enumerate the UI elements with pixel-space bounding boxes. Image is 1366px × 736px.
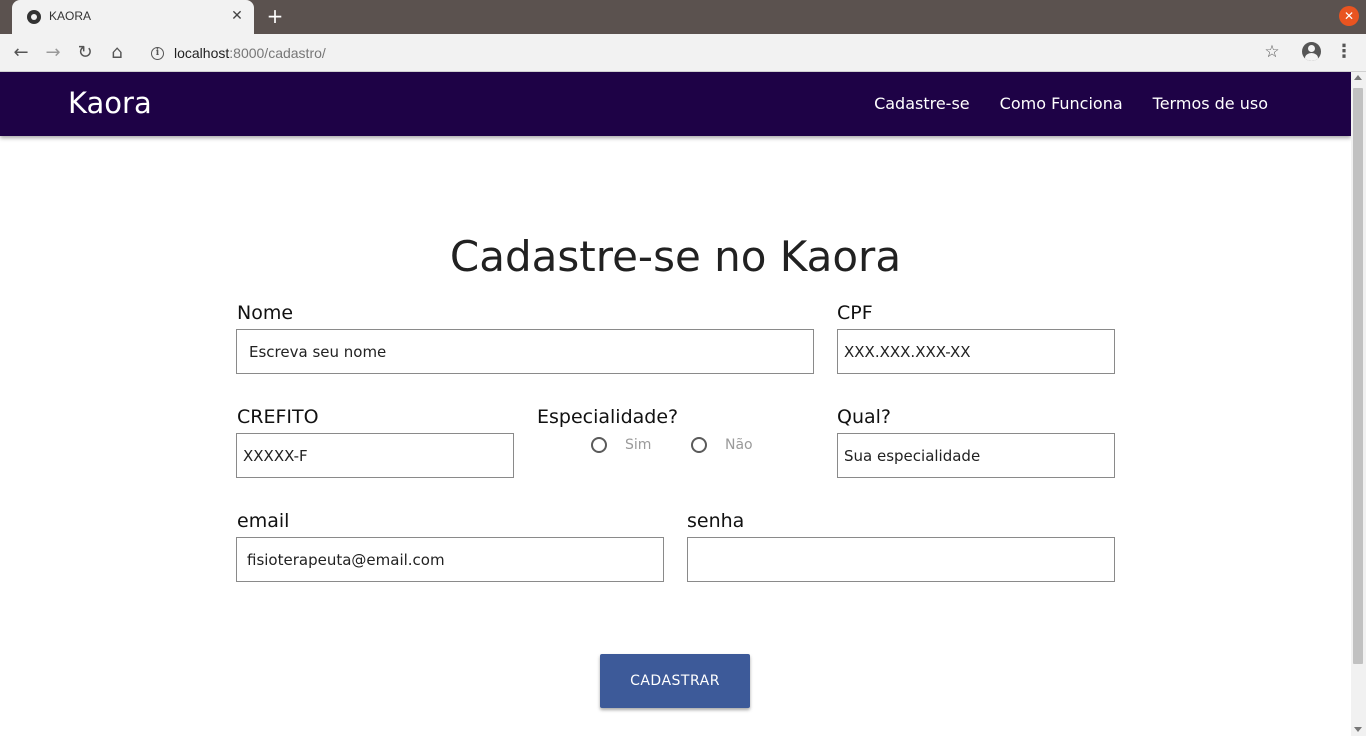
qual-input[interactable] — [837, 433, 1115, 478]
radio-nao-circle[interactable] — [691, 437, 707, 453]
home-icon[interactable]: ⌂ — [105, 41, 129, 65]
nav-link-como-funciona[interactable]: Como Funciona — [1000, 94, 1123, 113]
page-title: Cadastre-se no Kaora — [449, 232, 902, 281]
browser-toolbar: ← → ↻ ⌂ i localhost:8000/cadastro/ — [0, 34, 1366, 72]
star-icon[interactable]: ☆ — [1262, 41, 1282, 63]
scroll-thumb[interactable] — [1353, 88, 1363, 664]
info-icon[interactable]: i — [151, 47, 164, 60]
cadastrar-button[interactable]: CADASTRAR — [600, 654, 750, 708]
scroll-down-arrow-icon[interactable] — [1354, 727, 1362, 732]
back-icon[interactable]: ← — [9, 41, 33, 65]
tab-title: KAORA — [49, 9, 92, 23]
scroll-up-arrow-icon[interactable] — [1354, 75, 1362, 80]
nav-links: Cadastre-se Como Funciona Termos de uso — [874, 94, 1268, 113]
crefito-label: CREFITO — [237, 406, 319, 428]
senha-label: senha — [687, 510, 745, 532]
url-path: :8000/cadastro/ — [229, 45, 326, 61]
reload-icon[interactable]: ↻ — [73, 41, 97, 65]
senha-input[interactable] — [687, 537, 1115, 582]
nav-link-termos[interactable]: Termos de uso — [1153, 94, 1268, 113]
email-label: email — [237, 510, 290, 532]
crefito-input[interactable] — [236, 433, 514, 478]
new-tab-button[interactable]: + — [264, 5, 286, 27]
radio-sim-circle[interactable] — [591, 437, 607, 453]
qual-label: Qual? — [837, 406, 892, 428]
nome-input[interactable] — [236, 329, 814, 374]
account-icon[interactable] — [1302, 42, 1321, 61]
cpf-label: CPF — [837, 302, 873, 324]
forward-icon[interactable]: → — [41, 41, 65, 65]
radio-sim[interactable]: Sim — [591, 437, 651, 453]
window-close-button[interactable]: ✕ — [1339, 6, 1359, 26]
radio-nao-label: Não — [725, 437, 753, 453]
brand-logo[interactable]: Kaora — [68, 86, 152, 120]
browser-tab-bar: KAORA ✕ + ✕ — [0, 0, 1366, 34]
nome-label: Nome — [237, 302, 294, 324]
url-text[interactable]: localhost:8000/cadastro/ — [174, 45, 326, 61]
radio-sim-label: Sim — [625, 437, 652, 453]
site-navbar: Kaora Cadastre-se Como Funciona Termos d… — [0, 72, 1351, 136]
especialidade-label: Especialidade? — [537, 406, 679, 428]
email-input[interactable] — [236, 537, 664, 582]
page-viewport: Kaora Cadastre-se Como Funciona Termos d… — [0, 72, 1351, 736]
url-host: localhost — [174, 45, 230, 61]
nav-link-cadastre[interactable]: Cadastre-se — [874, 94, 970, 113]
address-bar[interactable]: i localhost:8000/cadastro/ — [140, 38, 1300, 68]
tab-close-icon[interactable]: ✕ — [229, 7, 245, 25]
browser-tab[interactable]: KAORA ✕ — [12, 0, 254, 34]
menu-icon[interactable]: ⋮ — [1334, 42, 1354, 64]
favicon-icon — [27, 10, 41, 24]
cpf-input[interactable] — [837, 329, 1115, 374]
page-scrollbar[interactable] — [1351, 72, 1366, 736]
radio-nao[interactable]: Não — [691, 437, 753, 453]
